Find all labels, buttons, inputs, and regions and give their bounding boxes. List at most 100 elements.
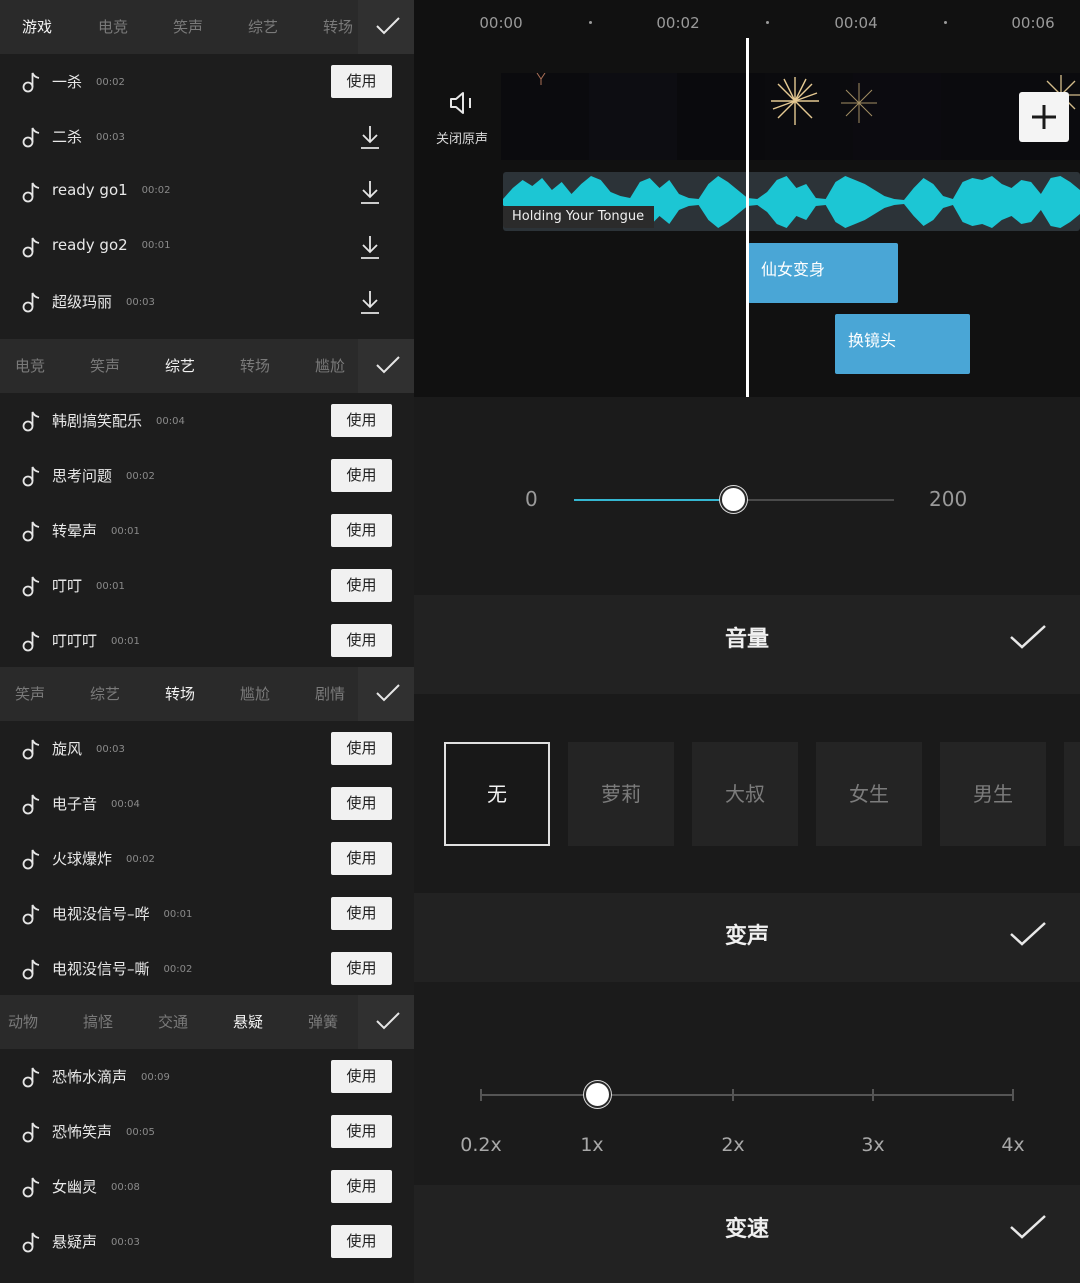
- sound-list-item[interactable]: ready go2 00:01: [0, 219, 414, 274]
- sound-list-item[interactable]: 悬疑声 00:03 使用: [0, 1214, 414, 1269]
- sound-list-item[interactable]: 恐怖水滴声 00:09 使用: [0, 1049, 414, 1104]
- category-tab[interactable]: 尴尬: [240, 667, 270, 721]
- confirm-button[interactable]: [358, 667, 414, 721]
- use-button[interactable]: 使用: [331, 1060, 392, 1093]
- sound-list-item[interactable]: 转晕声 00:01 使用: [0, 503, 414, 558]
- use-button[interactable]: 使用: [331, 787, 392, 820]
- sound-list-item[interactable]: 女幽灵 00:08 使用: [0, 1159, 414, 1214]
- category-tab[interactable]: 笑声: [90, 339, 120, 393]
- music-track[interactable]: Holding Your Tongue: [503, 172, 1080, 231]
- add-clip-button[interactable]: [1019, 92, 1069, 142]
- category-tab[interactable]: 游戏: [22, 0, 52, 54]
- category-tab[interactable]: 电竞: [15, 339, 45, 393]
- use-button[interactable]: 使用: [331, 459, 392, 492]
- timeline[interactable]: 00:00 00:02 00:04 00:06 关闭原声 Holding You…: [414, 0, 1080, 397]
- category-tab[interactable]: 笑声: [15, 667, 45, 721]
- ruler-tick: [589, 21, 592, 24]
- sfx-clip[interactable]: 仙女变身: [748, 243, 898, 303]
- use-button[interactable]: 使用: [331, 897, 392, 930]
- category-tab[interactable]: 剧情: [315, 667, 345, 721]
- download-icon[interactable]: [358, 234, 382, 260]
- sound-title: 叮叮叮: [52, 632, 98, 650]
- music-note-icon: [22, 903, 40, 925]
- sound-list-item[interactable]: 二杀 00:03: [0, 109, 414, 164]
- category-tabs: 笑声 综艺 转场 尴尬 剧情: [0, 667, 414, 721]
- category-tab[interactable]: 综艺: [248, 0, 278, 54]
- category-tab[interactable]: 转场: [165, 667, 195, 721]
- use-button[interactable]: 使用: [331, 1170, 392, 1203]
- use-button[interactable]: 使用: [331, 624, 392, 657]
- ruler-label: 00:02: [656, 14, 700, 32]
- sfx-clip[interactable]: 换镜头: [835, 314, 970, 374]
- voice-option[interactable]: 萝莉: [568, 742, 674, 846]
- download-icon[interactable]: [358, 179, 382, 205]
- confirm-button[interactable]: [358, 0, 414, 54]
- speed-label: 4x: [1001, 1134, 1025, 1156]
- speed-control: 0.2x 1x 2x 3x 4x: [414, 982, 1080, 1185]
- sound-list-item[interactable]: 叮叮 00:01 使用: [0, 558, 414, 613]
- checkmark-icon[interactable]: [1009, 1213, 1047, 1241]
- use-button[interactable]: 使用: [331, 732, 392, 765]
- category-tab[interactable]: 悬疑: [233, 995, 263, 1049]
- sound-list-item[interactable]: 旋风 00:03 使用: [0, 721, 414, 776]
- category-tab[interactable]: 转场: [323, 0, 353, 54]
- checkmark-icon[interactable]: [1009, 623, 1047, 651]
- checkmark-icon[interactable]: [1009, 920, 1047, 948]
- voice-option[interactable]: 男生: [940, 742, 1046, 846]
- sound-list-item[interactable]: 叮叮叮 00:01 使用: [0, 613, 414, 668]
- voice-title: 变声: [724, 924, 769, 949]
- use-button[interactable]: 使用: [331, 514, 392, 547]
- video-track[interactable]: [501, 73, 1080, 160]
- category-tab[interactable]: 转场: [240, 339, 270, 393]
- category-tab[interactable]: 搞怪: [83, 995, 113, 1049]
- use-button[interactable]: 使用: [331, 1115, 392, 1148]
- sound-list-item[interactable]: 电子音 00:04 使用: [0, 776, 414, 831]
- category-tab[interactable]: 尴尬: [315, 339, 345, 393]
- sound-duration: 00:02: [126, 471, 155, 482]
- sound-list-item[interactable]: ready go1 00:02: [0, 164, 414, 219]
- music-note-icon: [22, 71, 40, 93]
- sound-list-item[interactable]: 超级玛丽 00:03: [0, 274, 414, 329]
- category-tab[interactable]: 电竞: [98, 0, 128, 54]
- sound-list-item[interactable]: 一杀 00:02 使用: [0, 54, 414, 109]
- sound-name: 电视没信号–哗 00:01: [52, 903, 192, 924]
- use-button[interactable]: 使用: [331, 842, 392, 875]
- sound-title: 二杀: [52, 128, 83, 146]
- mute-original-button[interactable]: 关闭原声: [422, 88, 502, 147]
- category-tab[interactable]: 动物: [8, 995, 38, 1049]
- voice-option[interactable]: 大叔: [692, 742, 798, 846]
- speed-slider-handle[interactable]: [584, 1081, 611, 1108]
- sound-name: 韩剧搞笑配乐 00:04: [52, 410, 185, 431]
- playhead[interactable]: [746, 38, 749, 397]
- sound-list-item[interactable]: 恐怖笑声 00:05 使用: [0, 1104, 414, 1159]
- category-tab[interactable]: 综艺: [165, 339, 195, 393]
- category-tab[interactable]: 交通: [158, 995, 188, 1049]
- voice-option[interactable]: 女生: [816, 742, 922, 846]
- category-tab[interactable]: 弹簧: [308, 995, 338, 1049]
- use-button[interactable]: 使用: [331, 65, 392, 98]
- confirm-button[interactable]: [358, 339, 414, 393]
- voice-option[interactable]: 无: [444, 742, 550, 846]
- sound-list-item[interactable]: 思考问题 00:02 使用: [0, 448, 414, 503]
- volume-slider-handle[interactable]: [720, 486, 747, 513]
- sound-list-item[interactable]: 韩剧搞笑配乐 00:04 使用: [0, 393, 414, 448]
- use-button[interactable]: 使用: [331, 569, 392, 602]
- sound-category-section: 笑声 综艺 转场 尴尬 剧情 旋风 00:03 使用 电子音 00:04 使用 火球爆炸 00:02 使用…: [0, 667, 414, 999]
- voice-option-partial[interactable]: [1064, 742, 1080, 846]
- sound-list-item[interactable]: 电视没信号–嘶 00:02 使用: [0, 941, 414, 996]
- sound-title: 恐怖水滴声: [52, 1068, 128, 1086]
- sound-list-item[interactable]: 火球爆炸 00:02 使用: [0, 831, 414, 886]
- confirm-button[interactable]: [358, 995, 414, 1049]
- category-tabs: 电竞 笑声 综艺 转场 尴尬: [0, 339, 414, 393]
- category-tab[interactable]: 笑声: [173, 0, 203, 54]
- sound-title: 电子音: [52, 795, 98, 813]
- use-button[interactable]: 使用: [331, 1225, 392, 1258]
- category-tab[interactable]: 综艺: [90, 667, 120, 721]
- use-button[interactable]: 使用: [331, 952, 392, 985]
- use-button[interactable]: 使用: [331, 404, 392, 437]
- sound-list: 一杀 00:02 使用 二杀 00:03 ready go1 00:02 ready go2 0…: [0, 54, 414, 332]
- speed-slider[interactable]: [481, 1094, 1014, 1096]
- download-icon[interactable]: [358, 289, 382, 315]
- sound-list-item[interactable]: 电视没信号–哗 00:01 使用: [0, 886, 414, 941]
- download-icon[interactable]: [358, 124, 382, 150]
